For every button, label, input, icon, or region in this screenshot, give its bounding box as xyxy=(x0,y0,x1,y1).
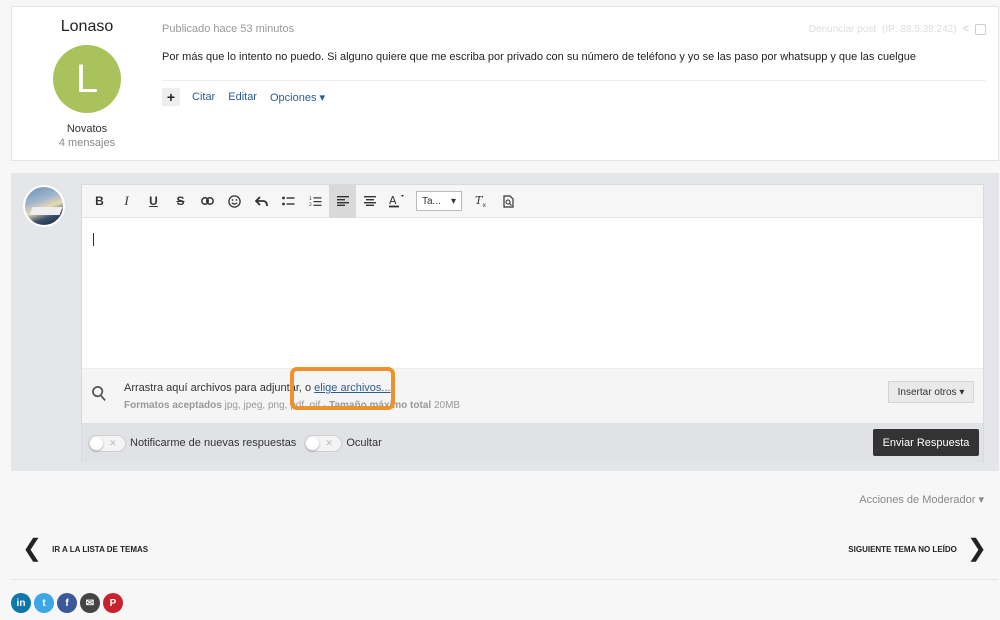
twitter-icon[interactable]: t xyxy=(34,593,54,613)
svg-text:2: 2 xyxy=(309,202,312,207)
chevron-right-icon: ❯ xyxy=(966,535,987,562)
quote-block-icon[interactable] xyxy=(248,185,275,218)
author-name[interactable]: Lonaso xyxy=(12,18,162,36)
svg-text:x: x xyxy=(482,202,486,207)
edit-link[interactable]: Editar xyxy=(228,91,257,103)
preview-icon[interactable] xyxy=(495,185,522,218)
facebook-icon[interactable]: f xyxy=(57,593,77,613)
back-to-topics-link[interactable]: ❮ IR A LA LISTA DE TEMAS xyxy=(22,535,149,562)
back-to-topics-label: IR A LA LISTA DE TEMAS xyxy=(52,544,149,554)
text-color-icon[interactable]: A xyxy=(383,185,410,218)
close-icon: ✕ xyxy=(109,437,117,448)
strikethrough-button[interactable]: S xyxy=(167,185,194,218)
editor-toolbar: B I U S 12 A Ta... ▾ T x xyxy=(82,184,983,218)
text-caret xyxy=(93,233,94,246)
bulleted-list-icon[interactable] xyxy=(275,185,302,218)
share-icon[interactable]: < xyxy=(963,23,969,35)
pinterest-icon[interactable]: P xyxy=(103,593,123,613)
post-actions: + Citar Editar Opciones ▾ xyxy=(162,88,338,106)
next-unread-label: SIGUIENTE TEMA NO LEÍDO xyxy=(848,544,957,554)
align-left-icon[interactable] xyxy=(329,184,356,218)
report-link[interactable]: Denunciar post xyxy=(809,24,876,35)
author-message-count: 4 mensajes xyxy=(58,137,116,149)
italic-button[interactable]: I xyxy=(113,185,140,218)
link-icon[interactable] xyxy=(194,185,221,218)
notify-label: Notificarme de nuevas respuestas xyxy=(130,437,297,449)
author-group: Novatos xyxy=(66,123,108,135)
underline-button[interactable]: U xyxy=(140,185,167,218)
reply-area: B I U S 12 A Ta... ▾ T x ⚲ Arrastra aquí… xyxy=(11,173,999,471)
chevron-left-icon: ❮ xyxy=(22,535,43,562)
max-size-value: 20MB xyxy=(431,400,461,411)
highlight-annotation xyxy=(290,367,395,410)
numbered-list-icon[interactable]: 12 xyxy=(302,185,329,218)
hide-toggle[interactable]: ✕ xyxy=(304,434,343,452)
linkedin-icon[interactable]: in xyxy=(11,593,31,613)
close-icon: ✕ xyxy=(325,437,333,448)
post-divider xyxy=(162,80,986,81)
hide-label: Ocultar xyxy=(346,437,382,449)
multiquote-button[interactable]: + xyxy=(162,88,180,106)
post-meta-right: Denunciar post (IP: 88.5.38.242) < xyxy=(809,23,986,35)
social-share-bar: in t f ✉ P xyxy=(11,593,123,613)
clear-format-icon[interactable]: Tx xyxy=(468,185,495,218)
options-dropdown[interactable]: Opciones ▾ xyxy=(270,91,325,104)
insert-other-button[interactable]: Insertar otros ▾ xyxy=(888,381,974,403)
send-reply-button[interactable]: Enviar Respuesta xyxy=(873,429,979,456)
attachment-area[interactable]: ⚲ Arrastra aquí archivos para adjuntar, … xyxy=(82,367,983,423)
formats-label: Formatos aceptados xyxy=(124,400,222,411)
svg-text:A: A xyxy=(389,194,397,207)
footer-divider xyxy=(11,579,998,580)
post-card: Lonaso L Novatos 4 mensajes Publicado ha… xyxy=(11,6,999,161)
email-icon[interactable]: ✉ xyxy=(80,593,100,613)
font-size-value: Ta... xyxy=(422,195,441,207)
moderator-actions-dropdown[interactable]: Acciones de Moderador ▾ xyxy=(859,493,984,506)
reply-options-bar: ✕ Notificarme de nuevas respuestas ✕ Ocu… xyxy=(82,423,983,463)
next-unread-link[interactable]: SIGUIENTE TEMA NO LEÍDO ❯ xyxy=(848,535,987,562)
bold-button[interactable]: B xyxy=(86,185,113,218)
paperclip-icon: ⚲ xyxy=(86,380,113,408)
emoji-icon[interactable] xyxy=(221,185,248,218)
user-avatar[interactable] xyxy=(23,185,65,227)
align-center-icon[interactable] xyxy=(356,185,383,218)
quote-link[interactable]: Citar xyxy=(192,91,215,103)
svg-text:1: 1 xyxy=(309,196,312,202)
author-avatar[interactable]: L xyxy=(53,45,121,113)
drop-instructions: Arrastra aquí archivos para adjuntar, o xyxy=(124,382,315,394)
font-size-select[interactable]: Ta... ▾ xyxy=(416,191,462,211)
post-timestamp: Publicado hace 53 minutos xyxy=(162,23,295,35)
ip-address: (IP: 88.5.38.242) xyxy=(882,23,957,35)
post-content: Por más que lo intento no puedo. Si algu… xyxy=(162,51,916,63)
reply-editor: B I U S 12 A Ta... ▾ T x ⚲ Arrastra aquí… xyxy=(81,184,984,463)
chevron-down-icon: ▾ xyxy=(450,195,456,207)
notify-toggle[interactable]: ✕ xyxy=(88,434,126,452)
select-post-checkbox[interactable] xyxy=(975,23,986,35)
